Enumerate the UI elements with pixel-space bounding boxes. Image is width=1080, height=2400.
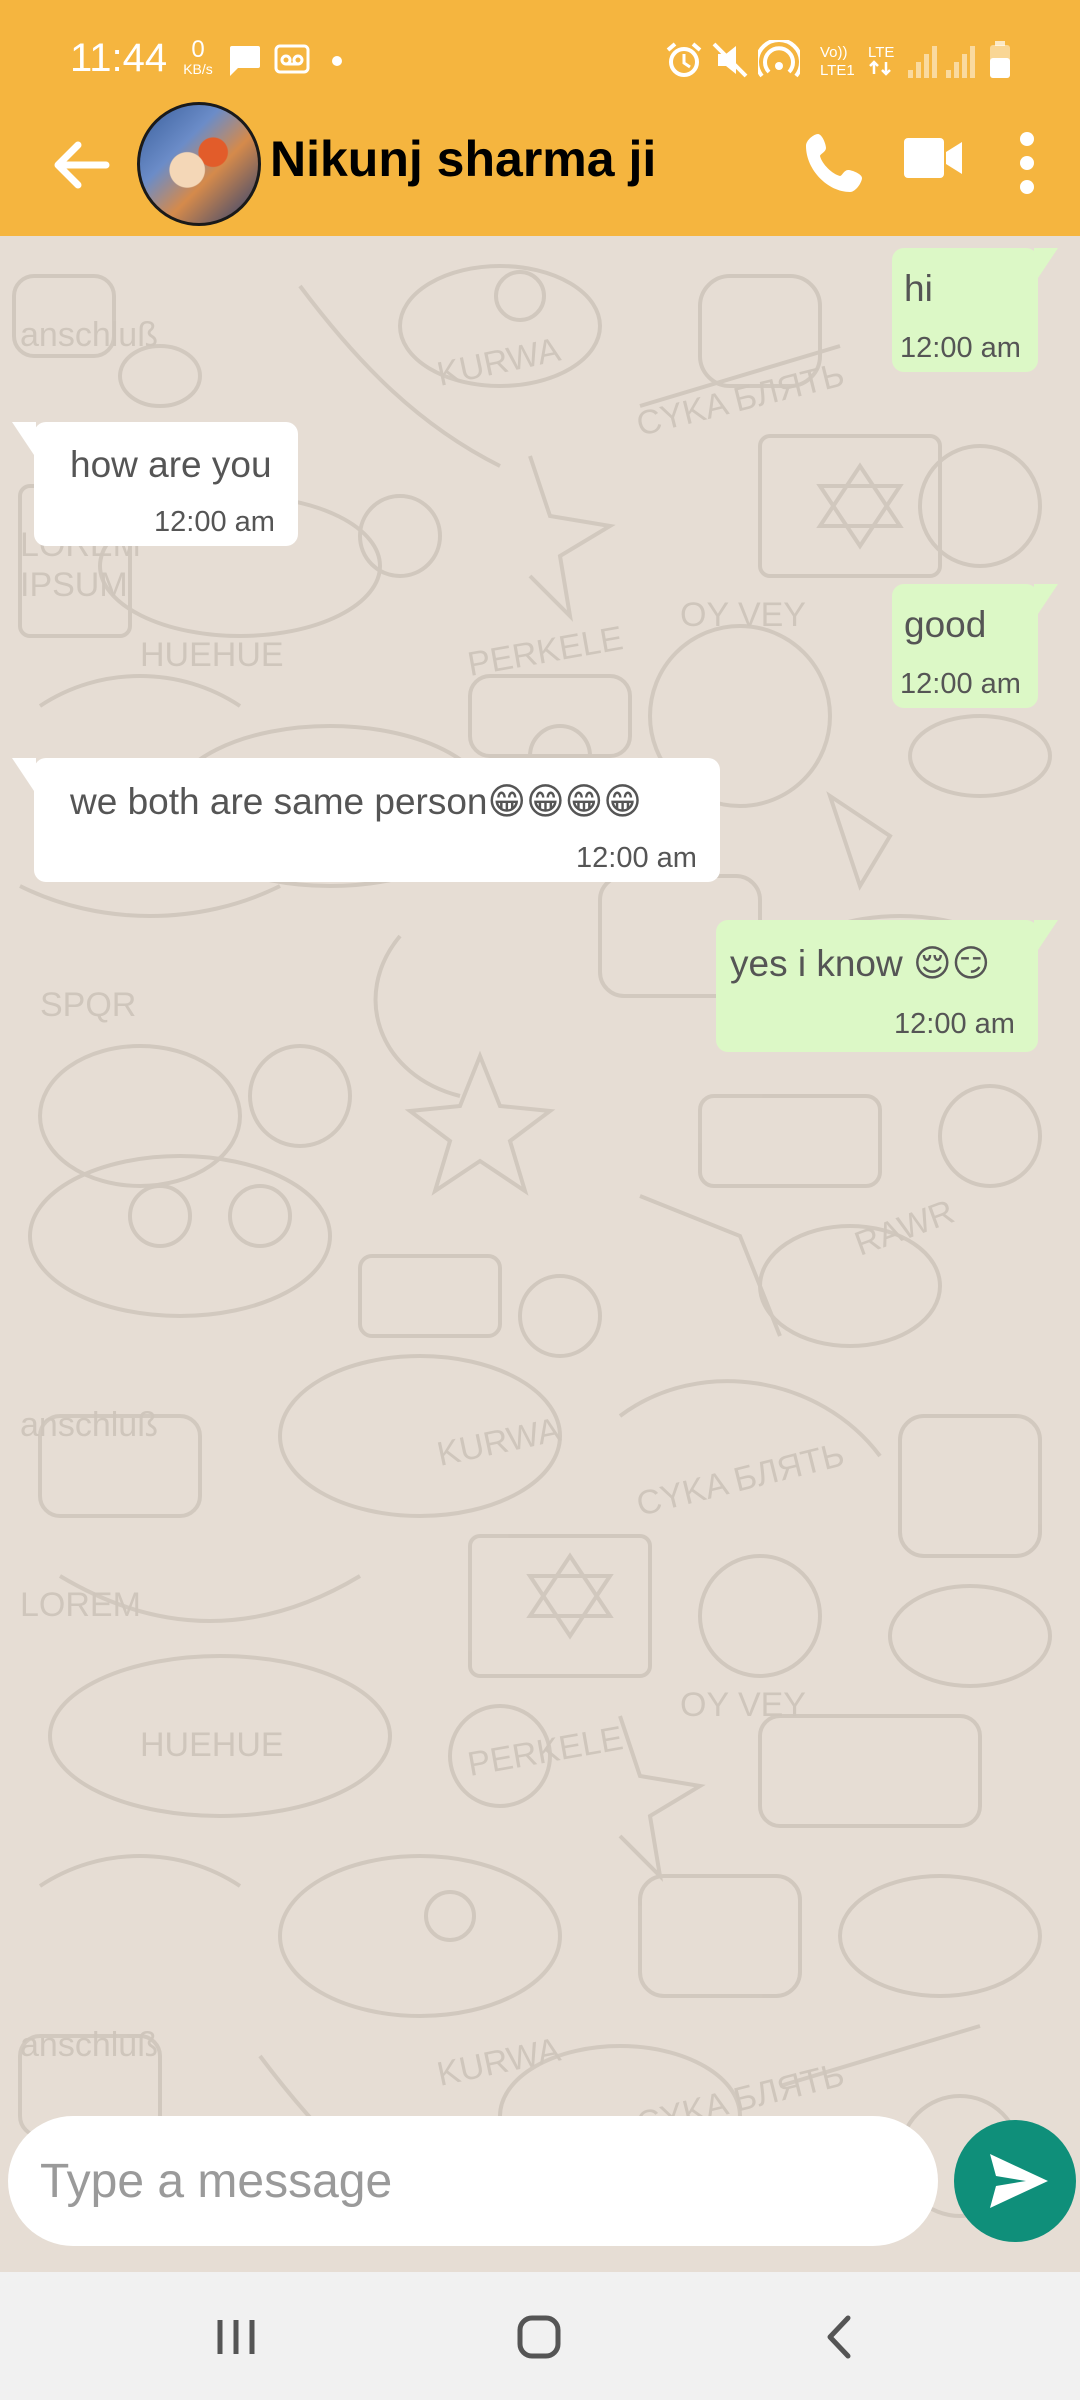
notification-dot-icon	[332, 56, 342, 66]
svg-text:HUEHUE: HUEHUE	[140, 1726, 284, 1764]
message-composer	[8, 2116, 938, 2246]
avatar[interactable]	[137, 102, 261, 226]
svg-text:KURWA: KURWA	[434, 1411, 564, 1474]
alarm-icon	[666, 42, 702, 77]
svg-text:SPQR: SPQR	[40, 986, 136, 1024]
message-text: how are you	[70, 444, 272, 485]
svg-text:RAWR: RAWR	[850, 1193, 959, 1264]
back-icon[interactable]	[800, 2302, 880, 2372]
svg-text:LTE: LTE	[868, 44, 894, 61]
chat-screen: 11:44 0 KB/s Vo)) LTE1 LTE Nikunj sharma…	[0, 0, 1080, 2400]
message-text: yes i know 😌😏	[730, 943, 991, 984]
message-bubble-outgoing[interactable]: yes i know 😌😏 12:00 am	[716, 920, 1038, 1052]
chat-header: Nikunj sharma ji	[0, 100, 1080, 236]
svg-text:IPSUM: IPSUM	[20, 566, 128, 604]
mute-icon	[712, 42, 748, 78]
svg-text:anschluß: anschluß	[20, 316, 158, 354]
volte-icon: Vo)) LTE1	[820, 44, 855, 78]
svg-text:OY VEY: OY VEY	[680, 596, 806, 634]
send-button[interactable]	[954, 2120, 1076, 2242]
lte-icon: LTE	[868, 44, 894, 76]
message-time: 12:00 am	[154, 506, 275, 538]
phone-icon[interactable]	[800, 128, 870, 198]
message-bubble-outgoing[interactable]: good 12:00 am	[892, 584, 1038, 708]
network-speed-unit: KB/s	[183, 61, 213, 77]
svg-text:KURWA: KURWA	[434, 2031, 564, 2094]
message-bubble-incoming[interactable]: we both are same person😁😁😁😁 12:00 am	[34, 758, 720, 882]
bubble-tail	[12, 422, 36, 458]
svg-text:CYKA БЛЯТЬ: CYKA БЛЯТЬ	[633, 1436, 848, 1524]
message-time: 12:00 am	[894, 1008, 1015, 1040]
message-bubble-incoming[interactable]: how are you 12:00 am	[34, 422, 298, 546]
send-icon	[990, 2154, 1048, 2208]
network-label-1: Vo))	[820, 44, 848, 61]
contact-name[interactable]: Nikunj sharma ji	[270, 130, 656, 188]
signal-strength-1-icon	[908, 46, 937, 78]
battery-icon	[990, 41, 1010, 78]
hotspot-icon	[758, 40, 800, 78]
message-notification-icon	[230, 46, 260, 76]
message-time: 12:00 am	[900, 668, 1021, 700]
message-text: hi	[904, 268, 933, 309]
message-input[interactable]	[38, 2140, 902, 2222]
message-time: 12:00 am	[576, 842, 697, 874]
svg-text:LOREM: LOREM	[20, 1586, 141, 1624]
message-bubble-outgoing[interactable]: hi 12:00 am	[892, 248, 1038, 372]
svg-text:LTE1: LTE1	[820, 62, 855, 78]
message-time: 12:00 am	[900, 332, 1021, 364]
back-arrow-icon[interactable]	[46, 130, 116, 200]
more-options-icon[interactable]	[1012, 130, 1042, 196]
message-list[interactable]: anschluß KURWA CYKA БЛЯТЬ LOREM IPSUM OY…	[0, 236, 1080, 2272]
svg-text:HUEHUE: HUEHUE	[140, 636, 284, 674]
voicemail-icon	[274, 44, 310, 74]
message-text: good	[904, 604, 987, 645]
bubble-tail	[12, 758, 36, 794]
system-navigation-bar	[0, 2272, 1080, 2400]
network-speed-value: 0	[191, 36, 205, 63]
svg-text:OY VEY: OY VEY	[680, 1686, 806, 1724]
network-speed: 0 KB/s	[178, 36, 218, 77]
home-icon[interactable]	[498, 2302, 578, 2372]
svg-text:anschluß: anschluß	[20, 2026, 158, 2064]
signal-strength-2-icon	[946, 46, 975, 78]
status-time: 11:44	[70, 36, 168, 80]
recent-apps-icon[interactable]	[196, 2302, 276, 2372]
video-call-icon[interactable]	[902, 136, 964, 180]
message-text: we both are same person😁😁😁😁	[70, 781, 642, 822]
svg-text:anschluß: anschluß	[20, 1406, 158, 1444]
svg-text:CYKA БЛЯТЬ: CYKA БЛЯТЬ	[633, 356, 848, 444]
